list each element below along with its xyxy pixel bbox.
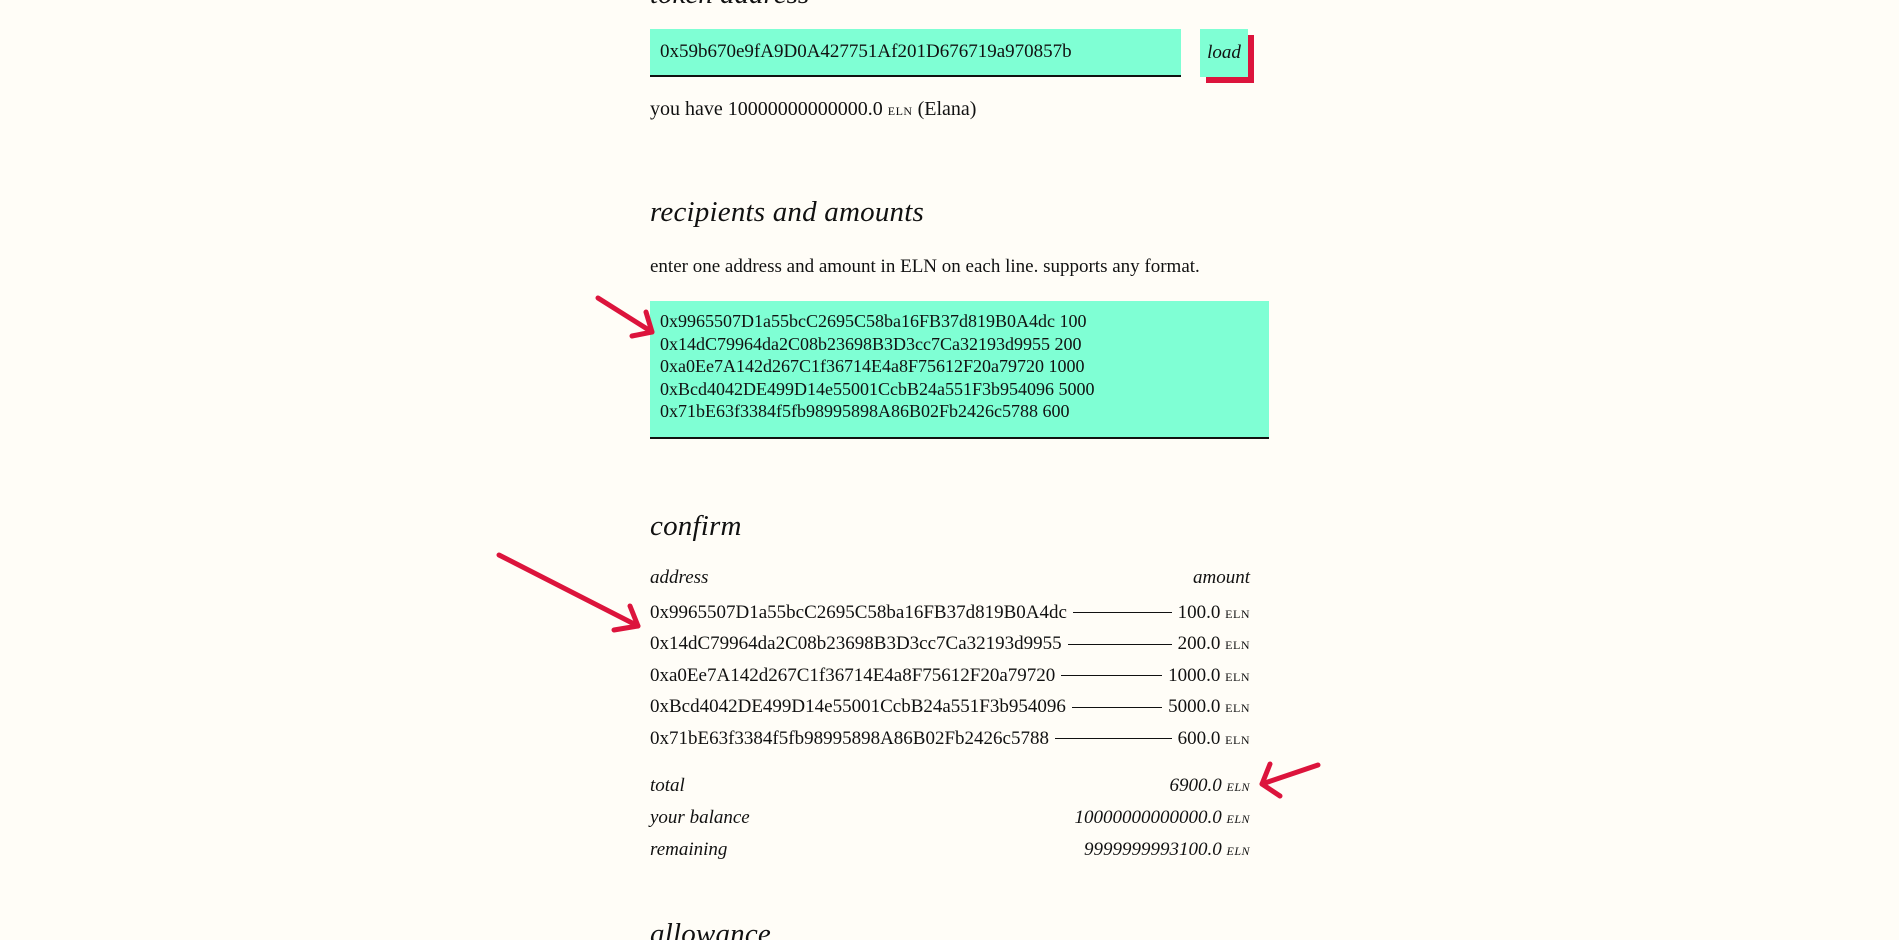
your-balance-value: 10000000000000.0 eln [1074,807,1250,828]
row-amount: 100.0 eln [1177,601,1250,623]
token-address-heading: token address [650,0,809,11]
confirm-summary: total 6900.0 eln your balance 1000000000… [650,770,1250,866]
confirm-row: 0x71bE63f3384f5fb98995898A86B02Fb2426c57… [650,723,1250,755]
row-amount: 1000.0 eln [1168,664,1250,686]
confirm-heading: confirm [650,510,742,542]
row-address: 0x9965507D1a55bcC2695C58ba16FB37d819B0A4… [650,601,1067,623]
page: token address 0x59b670e9fA9D0A427751Af20… [0,0,1899,940]
token-address-input[interactable]: 0x59b670e9fA9D0A427751Af201D676719a97085… [650,29,1181,77]
row-address: 0x14dC79964da2C08b23698B3D3cc7Ca32193d99… [650,633,1062,655]
allowance-heading: allowance [650,918,772,940]
confirm-row: 0x9965507D1a55bcC2695C58ba16FB37d819B0A4… [650,597,1250,629]
row-address: 0xBcd4042DE499D14e55001CcbB24a551F3b9540… [650,696,1066,718]
balance-unit: eln [887,100,913,119]
total-value: 6900.0 eln [1169,775,1250,796]
confirm-table-header: address amount [650,567,1250,597]
token-balance-line: you have 10000000000000.0 eln (Elana) [650,98,976,121]
confirm-row: 0xa0Ee7A142d267C1f36714E4a8F75612F20a797… [650,660,1250,692]
row-address: 0x71bE63f3384f5fb98995898A86B02Fb2426c57… [650,727,1049,749]
load-button[interactable]: load [1200,29,1248,77]
row-address: 0xa0Ee7A142d267C1f36714E4a8F75612F20a797… [650,664,1056,686]
balance-text: you have 10000000000000.0 [650,98,883,120]
annotation-arrow-icon [595,295,655,339]
recipients-heading: recipients and amounts [650,196,924,228]
recipients-help-text: enter one address and amount in ELN on e… [650,256,1200,277]
row-amount: 600.0 eln [1177,727,1250,749]
annotation-arrow-icon [1259,761,1321,799]
token-name: (Elana) [917,98,977,120]
row-amount: 200.0 eln [1177,633,1250,655]
confirm-table: address amount 0x9965507D1a55bcC2695C58b… [650,567,1250,755]
amount-column-header: amount [1193,567,1250,588]
total-row: total 6900.0 eln [650,770,1250,802]
row-leader-line [1072,612,1172,614]
your-balance-label: your balance [650,807,750,828]
row-leader-line [1067,643,1172,645]
annotation-arrow-icon [496,552,641,633]
address-column-header: address [650,567,709,588]
row-leader-line [1061,675,1163,677]
row-leader-line [1071,706,1163,708]
token-row: 0x59b670e9fA9D0A427751Af201D676719a97085… [650,29,1270,79]
your-balance-row: your balance 10000000000000.0 eln [650,802,1250,834]
remaining-row: remaining 9999999993100.0 eln [650,834,1250,866]
remaining-value: 9999999993100.0 eln [1083,839,1250,860]
total-label: total [650,775,685,796]
confirm-row: 0x14dC79964da2C08b23698B3D3cc7Ca32193d99… [650,629,1250,661]
remaining-label: remaining [650,839,728,860]
row-amount: 5000.0 eln [1168,696,1250,718]
confirm-row: 0xBcd4042DE499D14e55001CcbB24a551F3b9540… [650,692,1250,724]
row-leader-line [1054,738,1172,740]
recipients-textarea[interactable]: 0x9965507D1a55bcC2695C58ba16FB37d819B0A4… [650,301,1269,439]
